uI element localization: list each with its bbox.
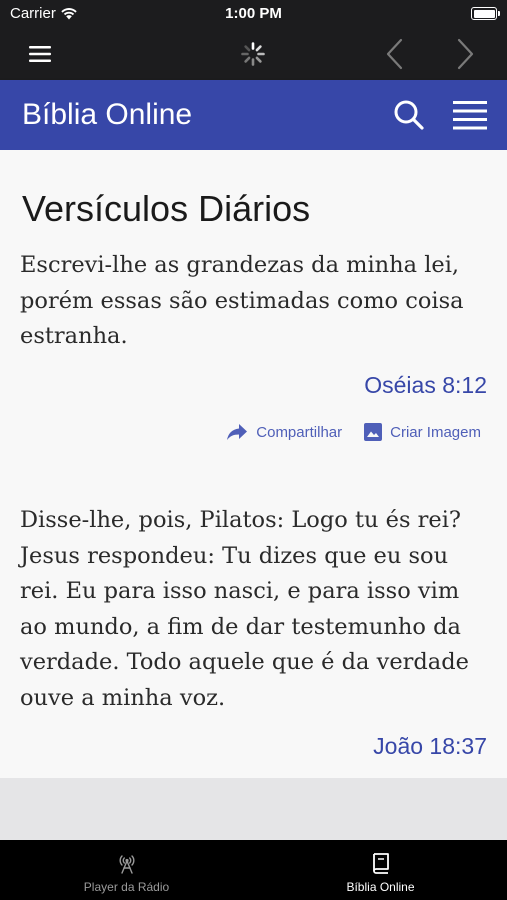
tab-label: Bíblia Online <box>346 880 415 894</box>
status-bar: Carrier 1:00 PM <box>0 0 507 28</box>
chevron-right-icon <box>457 38 474 70</box>
verse-actions: Compartilhar Criar Imagem <box>226 423 481 441</box>
book-icon <box>372 853 389 874</box>
image-icon <box>364 423 383 441</box>
tab-bible-online[interactable]: Bíblia Online <box>254 840 507 900</box>
verse-reference[interactable]: João 18:37 <box>373 733 487 760</box>
radio-tower-icon <box>119 855 134 874</box>
browser-toolbar <box>0 28 507 80</box>
page-title: Versículos Diários <box>22 188 311 229</box>
menu-icon <box>453 101 487 130</box>
back-button[interactable] <box>377 36 413 72</box>
app-title: Bíblia Online <box>22 98 193 131</box>
content-footer-area <box>0 778 507 840</box>
verse-text: Escrevi-lhe as grandezas da minha lei, p… <box>20 252 464 349</box>
share-button[interactable]: Compartilhar <box>226 423 342 441</box>
create-image-label: Criar Imagem <box>390 423 481 441</box>
share-label: Compartilhar <box>256 423 343 441</box>
bottom-tab-bar: Player da Rádio Bíblia Online <box>0 840 507 900</box>
app-menu-button[interactable] <box>448 93 492 137</box>
battery-icon <box>471 7 500 20</box>
menu-icon <box>29 46 51 62</box>
share-arrow-icon <box>227 424 248 440</box>
forward-button[interactable] <box>447 36 483 72</box>
tab-label: Player da Rádio <box>83 880 170 894</box>
verse-text: Disse-lhe, pois, Pilatos: Logo tu és rei… <box>20 507 469 711</box>
search-icon <box>394 100 424 130</box>
create-image-button[interactable]: Criar Imagem <box>364 423 481 441</box>
search-button[interactable] <box>387 93 431 137</box>
loading-spinner-icon <box>235 36 271 72</box>
clock: 1:00 PM <box>225 5 282 22</box>
verse-reference[interactable]: Oséias 8:12 <box>364 372 487 399</box>
chevron-left-icon <box>386 38 403 70</box>
app-header: Bíblia Online <box>0 80 507 150</box>
hamburger-menu-button[interactable] <box>22 36 58 72</box>
tab-radio-player[interactable]: Player da Rádio <box>0 840 253 900</box>
daily-verses-section: Versículos Diários Escrevi-lhe as grande… <box>0 150 507 778</box>
